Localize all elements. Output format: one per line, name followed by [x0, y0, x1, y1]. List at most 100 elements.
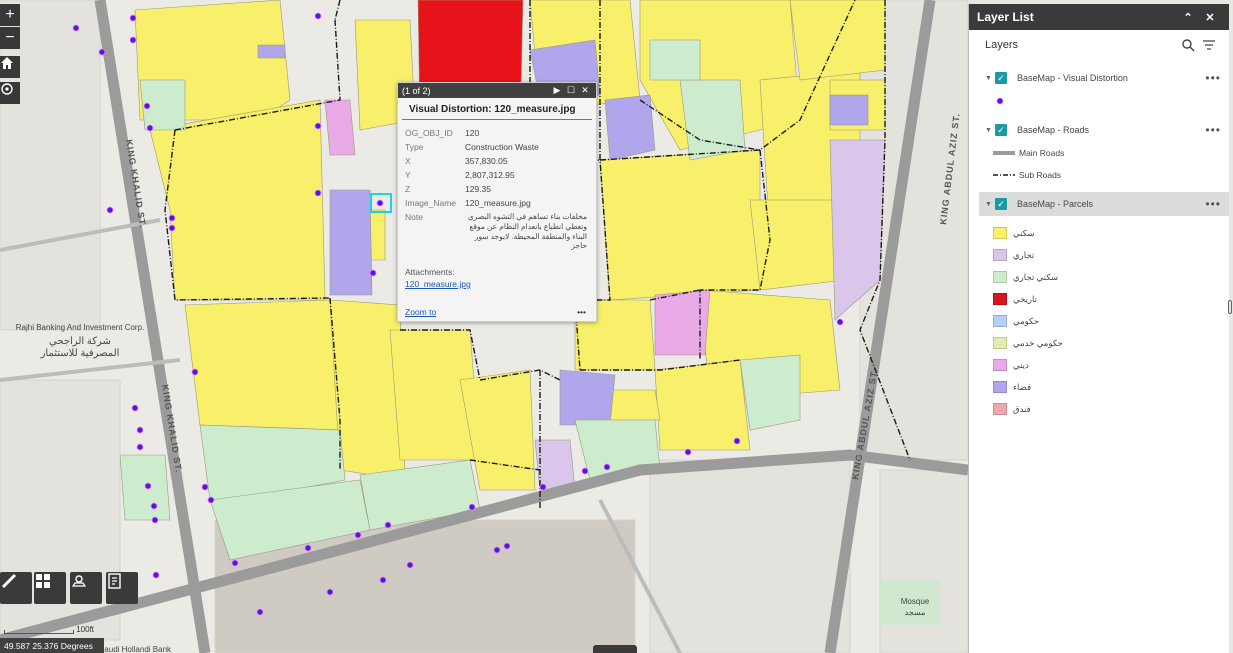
pin-icon — [71, 575, 87, 587]
layers-subheader: Layers — [969, 30, 1229, 60]
distortion-point — [152, 571, 160, 579]
panel-resize-handle[interactable] — [1228, 300, 1232, 314]
legend-item: فندق — [969, 398, 1229, 420]
legend-label: حكومي — [1013, 315, 1039, 326]
layer-checkbox[interactable]: ✓ — [995, 124, 1007, 136]
layer-checkbox[interactable]: ✓ — [995, 72, 1007, 84]
parcel-mixed — [739, 354, 801, 431]
distortion-point — [144, 482, 152, 490]
parcel-mixed — [649, 39, 701, 81]
next-feature-icon[interactable]: ▶ — [550, 85, 564, 96]
distortion-point — [836, 318, 844, 326]
distortion-point — [493, 546, 501, 554]
legend-swatch — [993, 403, 1007, 415]
field-value: 357,830.05 — [465, 156, 508, 166]
parcel-commercial — [534, 439, 576, 491]
legend-swatch — [993, 293, 1007, 305]
sub-road — [334, 0, 341, 21]
attachments-section: Attachments: 120_measure.jpg — [405, 267, 589, 289]
maximize-icon[interactable]: ☐ — [564, 85, 578, 96]
more-options-icon[interactable]: ••• — [1205, 123, 1221, 137]
legend-swatch — [993, 359, 1007, 371]
distortion-point — [314, 12, 322, 20]
bank-label-ar: المصرفية للاستثمار — [40, 348, 120, 359]
legend-label: تاريخي — [1013, 293, 1037, 304]
map-block — [0, 0, 101, 331]
zoom-to-link[interactable]: Zoom to — [405, 307, 577, 317]
collapse-icon[interactable]: ⌃ — [1177, 11, 1199, 24]
legend-item: فضاء — [969, 376, 1229, 398]
chevron-down-icon[interactable]: ▼ — [985, 127, 995, 134]
distortion-point — [379, 576, 387, 584]
legend-label: سكني — [1013, 227, 1035, 238]
filter-list-icon[interactable] — [1201, 38, 1217, 52]
locate-button[interactable] — [0, 82, 20, 104]
more-options-icon[interactable]: ••• — [1205, 197, 1221, 211]
coordinate-readout: 49.587 25.376 Degrees — [0, 638, 104, 653]
parcel-legend: سكني تجاري سكني تجاري تاريخي حكومي حكومي خدمي… — [969, 222, 1229, 420]
grid-icon — [36, 574, 50, 588]
distortion-point — [98, 48, 106, 56]
zoom-in-button[interactable]: + — [0, 4, 20, 26]
field-key: OG_OBJ_ID — [405, 128, 453, 138]
layer-list-panel: Layer List ⌃ ✕ Layers ▼ ✓ BaseMap - Visu… — [968, 4, 1229, 653]
close-icon[interactable]: ✕ — [1199, 11, 1221, 24]
popup-field-row: Z 129.35 — [405, 182, 587, 196]
mosque-label-ar: مسجد — [905, 608, 926, 617]
parcel-residential — [599, 149, 761, 301]
chevron-down-icon[interactable]: ▼ — [985, 75, 995, 82]
edit-tool-button[interactable] — [106, 572, 138, 604]
distortion-point — [733, 437, 741, 445]
popup-header: (1 of 2) ▶ ☐ ✕ — [398, 83, 596, 98]
legend-swatch — [993, 315, 1007, 327]
parcel-vacant — [829, 94, 869, 126]
close-icon[interactable]: ✕ — [578, 85, 592, 96]
layer-name: BaseMap - Roads — [1017, 125, 1090, 135]
distortion-point — [129, 36, 137, 44]
legend-label: Main Roads — [1019, 148, 1065, 158]
parcel-residential — [654, 359, 751, 451]
legend-label: تجاري — [1013, 249, 1035, 260]
attachment-link[interactable]: 120_measure.jpg — [405, 279, 589, 289]
location-tool-button[interactable] — [70, 572, 102, 604]
legend-swatch — [993, 271, 1007, 283]
layer-item-parcels[interactable]: ▼ ✓ BaseMap - Parcels ••• — [979, 192, 1229, 216]
distortion-point — [603, 463, 611, 471]
distortion-point — [72, 24, 80, 32]
distortion-point — [207, 496, 215, 504]
scale-bar: 100ft — [4, 625, 94, 634]
field-value: 120_measure.jpg — [465, 198, 531, 208]
field-key: X — [405, 156, 411, 166]
distortion-point — [151, 516, 159, 524]
locate-icon — [1, 83, 13, 95]
distortion-point — [503, 542, 511, 550]
basemap-gallery-button[interactable] — [34, 572, 66, 604]
feature-popup: (1 of 2) ▶ ☐ ✕ Visual Distortion: 120_me… — [397, 82, 597, 322]
parcel-religious — [654, 289, 711, 356]
layer-name: BaseMap - Visual Distortion — [1017, 73, 1128, 83]
distortion-point — [256, 608, 264, 616]
bottom-panel-toggle[interactable] — [593, 645, 637, 653]
legend-item: حكومي — [969, 310, 1229, 332]
measure-tool-button[interactable] — [0, 572, 32, 604]
layer-list-header: Layer List ⌃ ✕ — [969, 4, 1229, 30]
legend-swatch — [993, 227, 1007, 239]
more-actions-icon[interactable]: ••• — [577, 307, 586, 317]
chevron-down-icon[interactable]: ▼ — [985, 201, 995, 208]
mosque-label-en: Mosque — [901, 597, 930, 606]
layer-item-roads[interactable]: ▼ ✓ BaseMap - Roads ••• — [969, 118, 1229, 142]
search-icon[interactable] — [1181, 38, 1195, 52]
layer-name: BaseMap - Parcels — [1017, 199, 1094, 209]
layer-item-visual-distortion[interactable]: ▼ ✓ BaseMap - Visual Distortion ••• — [969, 66, 1229, 90]
more-options-icon[interactable]: ••• — [1205, 71, 1221, 85]
legend-item: تاريخي — [969, 288, 1229, 310]
zoom-out-button[interactable]: − — [0, 27, 20, 49]
legend-swatch — [993, 249, 1007, 261]
home-button[interactable] — [0, 56, 20, 78]
popup-field-row: Note مخلفات بناء تساهم في التشوه البصري و… — [405, 210, 587, 253]
parcel-residential — [789, 0, 886, 81]
parcel-vacant — [559, 369, 616, 426]
home-icon — [1, 57, 13, 69]
layer-checkbox[interactable]: ✓ — [995, 198, 1007, 210]
distortion-point — [136, 426, 144, 434]
